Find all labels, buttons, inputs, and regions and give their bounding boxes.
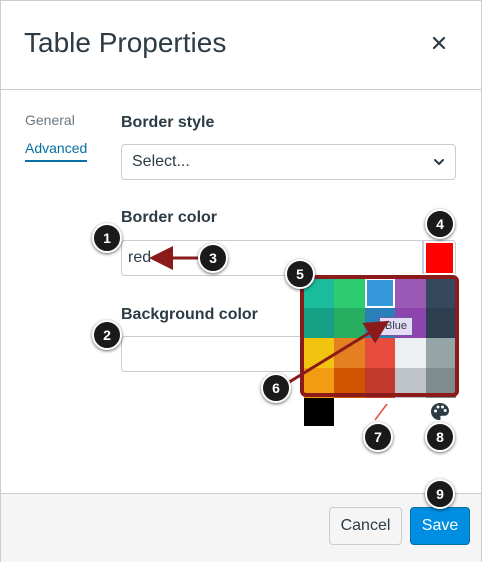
border-color-value: red bbox=[128, 249, 152, 266]
border-color-swatch-button[interactable] bbox=[423, 240, 456, 276]
callout-4: 4 bbox=[425, 209, 455, 239]
dialog-header: Table Properties bbox=[1, 1, 481, 90]
color-swatch[interactable] bbox=[304, 308, 335, 338]
border-style-select[interactable]: Select... bbox=[121, 144, 456, 180]
color-swatch[interactable] bbox=[334, 308, 365, 338]
callout-9: 9 bbox=[425, 479, 455, 509]
color-swatch[interactable] bbox=[425, 278, 456, 308]
custom-color-button[interactable] bbox=[428, 400, 452, 424]
color-swatch[interactable] bbox=[304, 338, 335, 368]
color-swatch[interactable] bbox=[395, 278, 426, 308]
table-properties-dialog: Table Properties General Advanced Border… bbox=[0, 0, 482, 562]
color-palette-grid bbox=[304, 278, 456, 398]
color-swatch[interactable] bbox=[334, 368, 365, 398]
color-swatch[interactable] bbox=[364, 338, 396, 368]
border-style-value: Select... bbox=[132, 153, 190, 170]
border-color-label: Border color bbox=[121, 209, 218, 226]
color-swatch[interactable] bbox=[425, 368, 456, 398]
color-swatch-black[interactable] bbox=[304, 398, 334, 426]
callout-8: 8 bbox=[425, 422, 455, 452]
chevron-down-icon bbox=[434, 159, 444, 165]
callout-6: 6 bbox=[261, 373, 291, 403]
color-swatch[interactable] bbox=[334, 338, 365, 368]
color-palette-popup bbox=[304, 274, 456, 426]
callout-3: 3 bbox=[198, 243, 228, 273]
color-swatch[interactable] bbox=[304, 368, 335, 398]
border-color-input[interactable]: red bbox=[121, 240, 423, 276]
callout-7: 7 bbox=[363, 422, 393, 452]
save-button[interactable]: Save bbox=[410, 507, 470, 545]
dialog-title: Table Properties bbox=[24, 27, 227, 58]
cancel-button[interactable]: Cancel bbox=[329, 507, 402, 545]
color-swatch[interactable] bbox=[364, 278, 396, 308]
callout-1: 1 bbox=[92, 223, 122, 253]
close-button[interactable] bbox=[425, 29, 453, 57]
background-color-input[interactable] bbox=[121, 336, 306, 372]
color-swatch[interactable] bbox=[395, 338, 426, 368]
callout-5: 5 bbox=[285, 259, 315, 289]
close-icon bbox=[432, 36, 446, 50]
border-color-swatch bbox=[426, 243, 453, 273]
color-swatch[interactable] bbox=[425, 308, 456, 338]
tab-general[interactable]: General bbox=[25, 111, 75, 129]
callout-2: 2 bbox=[92, 320, 122, 350]
color-swatch[interactable] bbox=[334, 278, 365, 308]
dialog-footer bbox=[1, 493, 481, 562]
background-color-label: Background color bbox=[121, 306, 258, 323]
color-swatch[interactable] bbox=[425, 338, 456, 368]
color-swatch[interactable] bbox=[364, 368, 396, 398]
color-swatch[interactable] bbox=[395, 368, 426, 398]
palette-icon bbox=[431, 403, 449, 420]
tab-advanced[interactable]: Advanced bbox=[25, 139, 88, 162]
color-tooltip: Blue bbox=[379, 317, 414, 336]
border-style-label: Border style bbox=[121, 114, 215, 131]
